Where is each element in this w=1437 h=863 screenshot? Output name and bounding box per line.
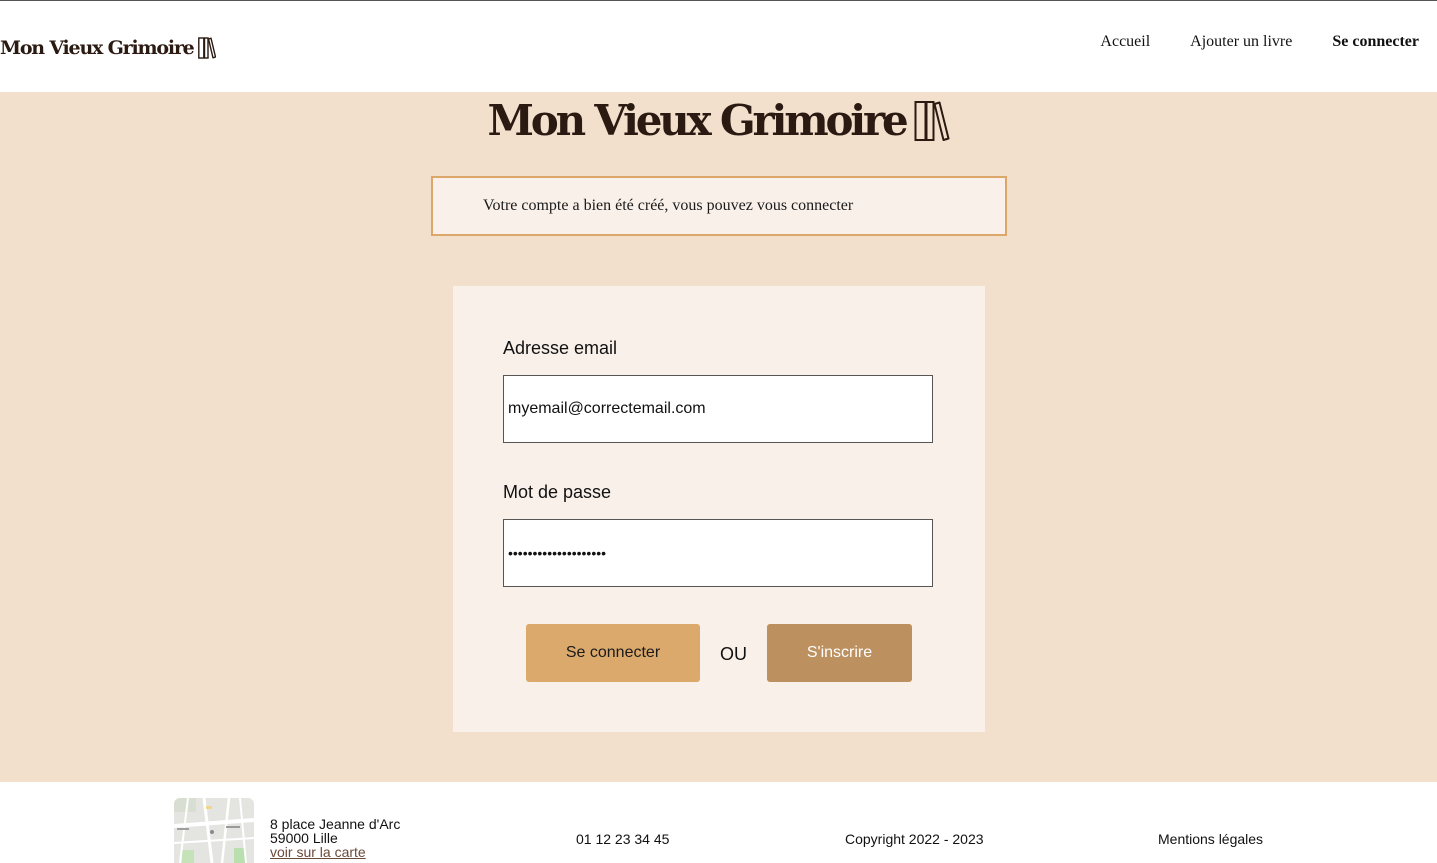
legal-notice-link[interactable]: Mentions légales [1158, 831, 1263, 847]
footer-phone: 01 12 23 34 45 [576, 831, 670, 847]
email-field[interactable] [503, 375, 933, 443]
email-label: Adresse email [503, 338, 618, 358]
login-form: Adresse email Mot de passe Se connecter … [453, 286, 985, 732]
map-link[interactable]: voir sur la carte [270, 844, 366, 860]
main-brand: Mon Vieux Grimoire [0, 90, 1437, 148]
password-label: Mot de passe [503, 482, 612, 502]
nav-ajouter-livre[interactable]: Ajouter un livre [1190, 32, 1292, 52]
or-separator: OU [720, 644, 747, 664]
signup-button[interactable]: S'inscrire [767, 624, 912, 682]
nav-accueil[interactable]: Accueil [1100, 32, 1150, 52]
footer-copyright: Copyright 2022 - 2023 [845, 831, 984, 847]
success-alert-text: Votre compte a bien été créé, vous pouve… [483, 197, 854, 214]
header-brand-text: Mon Vieux Grimoire [0, 37, 195, 59]
map-thumbnail[interactable] [174, 798, 254, 863]
main-content: Mon Vieux Grimoire Votre compte a bien é… [0, 92, 1437, 782]
nav-se-connecter[interactable]: Se connecter [1332, 32, 1419, 52]
site-header: Mon Vieux Grimoire Accueil Ajouter un li… [0, 1, 1437, 92]
map-icon [174, 798, 254, 863]
address-line-1: 8 place Jeanne d'Arc [270, 816, 401, 832]
site-footer: 8 place Jeanne d'Arc 59000 Lille voir su… [0, 782, 1437, 863]
success-alert: Votre compte a bien été créé, vous pouve… [431, 176, 1007, 236]
books-logo-icon [914, 101, 949, 141]
login-button[interactable]: Se connecter [526, 624, 700, 682]
footer-address: 8 place Jeanne d'Arc 59000 Lille voir su… [270, 817, 400, 859]
password-field[interactable] [503, 519, 933, 587]
main-brand-text: Mon Vieux Grimoire [487, 96, 909, 145]
address-line-2: 59000 Lille [270, 830, 338, 846]
main-nav: Accueil Ajouter un livre Se connecter [1100, 32, 1419, 52]
books-logo-icon [197, 37, 216, 59]
header-brand[interactable]: Mon Vieux Grimoire [0, 34, 216, 62]
